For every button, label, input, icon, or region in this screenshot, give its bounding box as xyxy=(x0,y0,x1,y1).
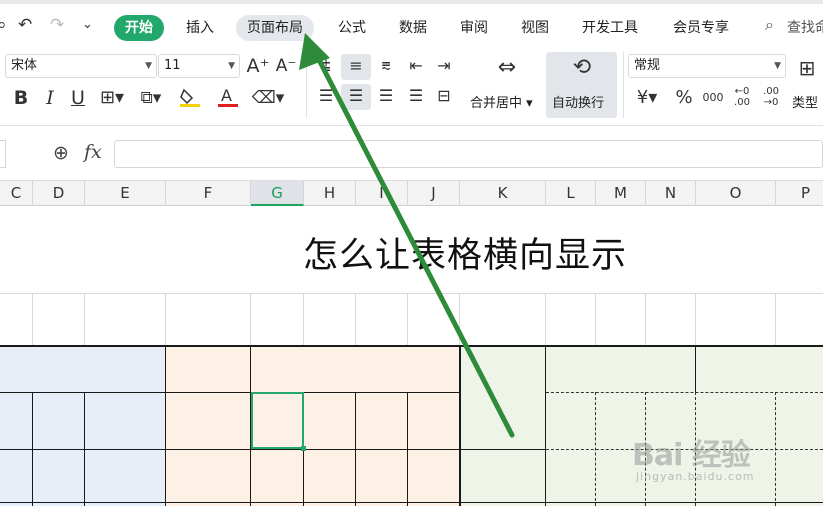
annotation-arrow-icon xyxy=(299,33,515,438)
